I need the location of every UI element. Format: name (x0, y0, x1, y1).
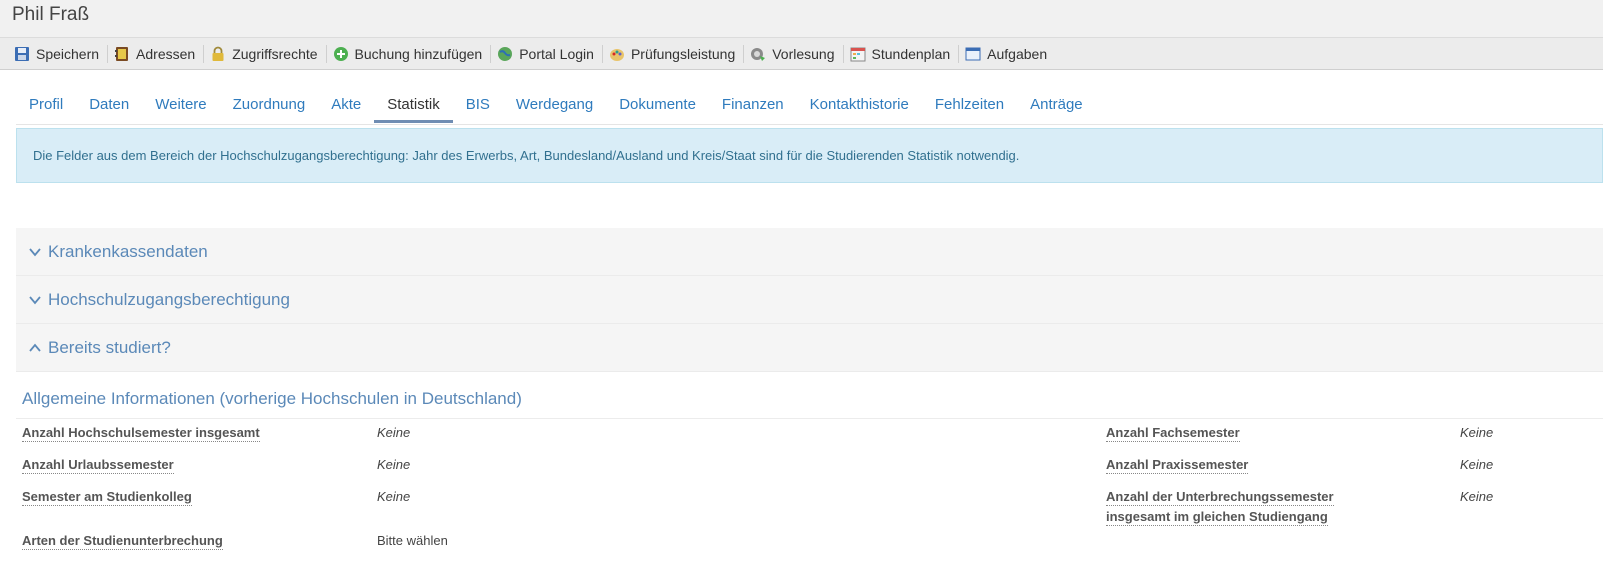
panel-krankenkassendaten[interactable]: Krankenkassendaten (16, 228, 1603, 276)
timetable-button[interactable]: Stundenplan (850, 45, 951, 62)
portal-login-button[interactable]: Portal Login (497, 46, 594, 62)
tab-dokumente[interactable]: Dokumente (606, 86, 709, 123)
tab-bis[interactable]: BIS (453, 86, 503, 123)
field-label-unterbrechungssemester: Anzahl der Unterbrechungssemester (1106, 489, 1334, 506)
tab-weitere[interactable]: Weitere (142, 86, 219, 123)
tab-fehlzeiten[interactable]: Fehlzeiten (922, 86, 1017, 123)
chevron-down-icon (29, 247, 41, 256)
exam-performance-button[interactable]: Prüfungsleistung (609, 46, 735, 62)
address-book-icon (115, 46, 129, 61)
add-booking-button-label: Buchung hinzufügen (354, 45, 483, 62)
tab-akte[interactable]: Akte (318, 86, 374, 123)
exam-performance-button-label: Prüfungsleistung (630, 45, 736, 62)
tab-statistik[interactable]: Statistik (374, 86, 453, 123)
section-heading: Allgemeine Informationen (vorherige Hoch… (22, 389, 522, 408)
toolbar-separator (490, 44, 492, 63)
field-value-studienkolleg: Keine (377, 489, 411, 504)
divider (16, 418, 1603, 419)
lock-icon (212, 46, 224, 61)
field-label-urlaubssemester: Anzahl Urlaubssemester (22, 457, 174, 474)
lecture-icon (751, 47, 766, 61)
tab-zuordnung[interactable]: Zuordnung (220, 86, 319, 123)
tab-kontakthistorie[interactable]: Kontakthistorie (797, 86, 922, 123)
field-label-studienkolleg: Semester am Studienkolleg (22, 489, 192, 506)
toolbar-separator (325, 44, 327, 63)
save-icon (15, 46, 29, 61)
toolbar-separator (203, 44, 205, 63)
field-label-fachsemester: Anzahl Fachsemester (1106, 425, 1240, 442)
toolbar-separator (842, 44, 844, 63)
lecture-button[interactable]: Vorlesung (750, 45, 835, 62)
addresses-button-label: Adressen (136, 45, 196, 62)
field-label-unterbrechungssemester-line2: insgesamt im gleichen Studiengang (1106, 509, 1328, 526)
tab-finanzen[interactable]: Finanzen (709, 86, 797, 123)
chevron-up-icon (29, 343, 41, 352)
access-rights-button[interactable]: Zugriffsrechte (210, 45, 318, 62)
field-label-unterbrechung-arten: Arten der Studienunterbrechung (22, 533, 223, 550)
toolbar-separator (601, 44, 603, 63)
page-title: Phil Fraß (12, 4, 90, 25)
toolbar-separator (958, 44, 960, 63)
globe-icon (498, 46, 513, 61)
panel-label: Bereits studiert? (48, 337, 171, 357)
tab-bar: Profil Daten Weitere Zuordnung Akte Stat… (16, 86, 1603, 125)
palette-icon (609, 48, 624, 61)
panel-bereits-studiert[interactable]: Bereits studiert? (16, 324, 1603, 372)
info-alert: Die Felder aus dem Bereich der Hochschul… (16, 128, 1603, 183)
calendar-icon (850, 47, 866, 61)
field-value-hochschulsemester: Keine (377, 425, 411, 440)
toolbar: Speichern Adressen Zugriffsrechte Buchun… (0, 38, 1603, 70)
unterbrechung-arten-select[interactable]: Bitte wählen (377, 533, 448, 548)
tab-antraege[interactable]: Anträge (1017, 86, 1096, 123)
toolbar-separator (743, 44, 745, 63)
field-value-unterbrechungssemester: Keine (1460, 489, 1494, 504)
tasks-button-label: Aufgaben (987, 45, 1048, 62)
add-icon (333, 46, 348, 61)
tab-profil[interactable]: Profil (16, 86, 76, 123)
field-label-hochschulsemester: Anzahl Hochschulsemester insgesamt (22, 425, 260, 442)
lecture-button-label: Vorlesung (772, 45, 835, 62)
panel-label: Hochschulzugangsberechtigung (48, 289, 290, 309)
field-value-urlaubssemester: Keine (377, 457, 411, 472)
addresses-button[interactable]: Adressen (114, 46, 195, 62)
access-rights-button-label: Zugriffsrechte (232, 45, 318, 62)
title-bar: Phil Fraß (0, 0, 1603, 38)
window-icon (965, 47, 981, 60)
field-value-fachsemester: Keine (1460, 425, 1494, 440)
panel-label: Krankenkassendaten (48, 241, 208, 261)
tab-daten[interactable]: Daten (76, 86, 142, 123)
field-value-praxissemester: Keine (1460, 457, 1494, 472)
tab-werdegang[interactable]: Werdegang (503, 86, 606, 123)
portal-login-button-label: Portal Login (519, 45, 594, 62)
panel-hochschulzugangsberechtigung[interactable]: Hochschulzugangsberechtigung (16, 276, 1603, 324)
field-label-praxissemester: Anzahl Praxissemester (1106, 457, 1249, 474)
toolbar-separator (107, 44, 109, 63)
chevron-down-icon (29, 295, 41, 304)
add-booking-button[interactable]: Buchung hinzufügen (333, 45, 483, 62)
tasks-button[interactable]: Aufgaben (965, 46, 1047, 62)
save-button[interactable]: Speichern (14, 46, 99, 62)
timetable-button-label: Stundenplan (871, 45, 951, 62)
save-button-label: Speichern (36, 45, 100, 62)
